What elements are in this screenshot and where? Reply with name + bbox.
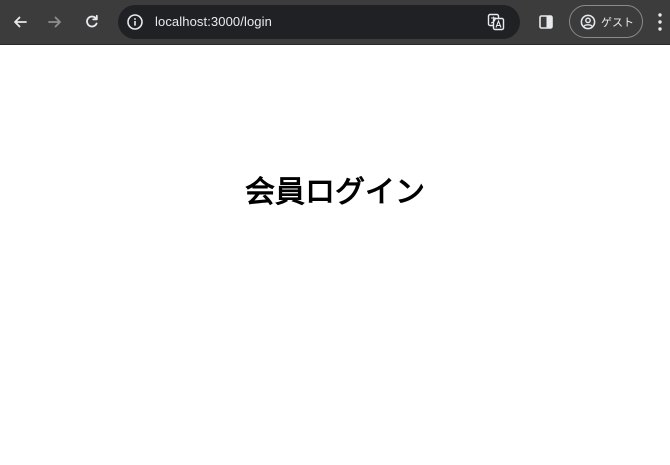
translate-icon bbox=[487, 13, 505, 31]
side-panel-icon bbox=[539, 15, 553, 29]
site-info-button[interactable] bbox=[124, 11, 146, 33]
profile-label: ゲスト bbox=[601, 15, 634, 29]
page-title: 会員ログイン bbox=[245, 175, 425, 210]
forward-button[interactable] bbox=[41, 8, 69, 36]
page-content: 会員ログイン bbox=[0, 45, 670, 465]
reload-icon bbox=[86, 14, 98, 28]
profile-button[interactable]: ゲスト bbox=[569, 5, 643, 38]
address-bar[interactable]: localhost:3000/login bbox=[118, 5, 520, 39]
profile-icon bbox=[580, 14, 596, 29]
reload-button[interactable] bbox=[78, 8, 106, 36]
back-arrow-icon bbox=[14, 16, 27, 28]
kebab-menu-icon[interactable] bbox=[656, 12, 664, 32]
browser-toolbar: localhost:3000/login ゲスト bbox=[0, 0, 670, 45]
url-text[interactable]: localhost:3000/login bbox=[155, 14, 272, 29]
side-panel-button[interactable] bbox=[532, 8, 560, 36]
back-button[interactable] bbox=[6, 8, 34, 36]
translate-button[interactable] bbox=[486, 12, 506, 32]
site-info-icon bbox=[127, 14, 143, 30]
forward-arrow-icon bbox=[48, 16, 61, 28]
